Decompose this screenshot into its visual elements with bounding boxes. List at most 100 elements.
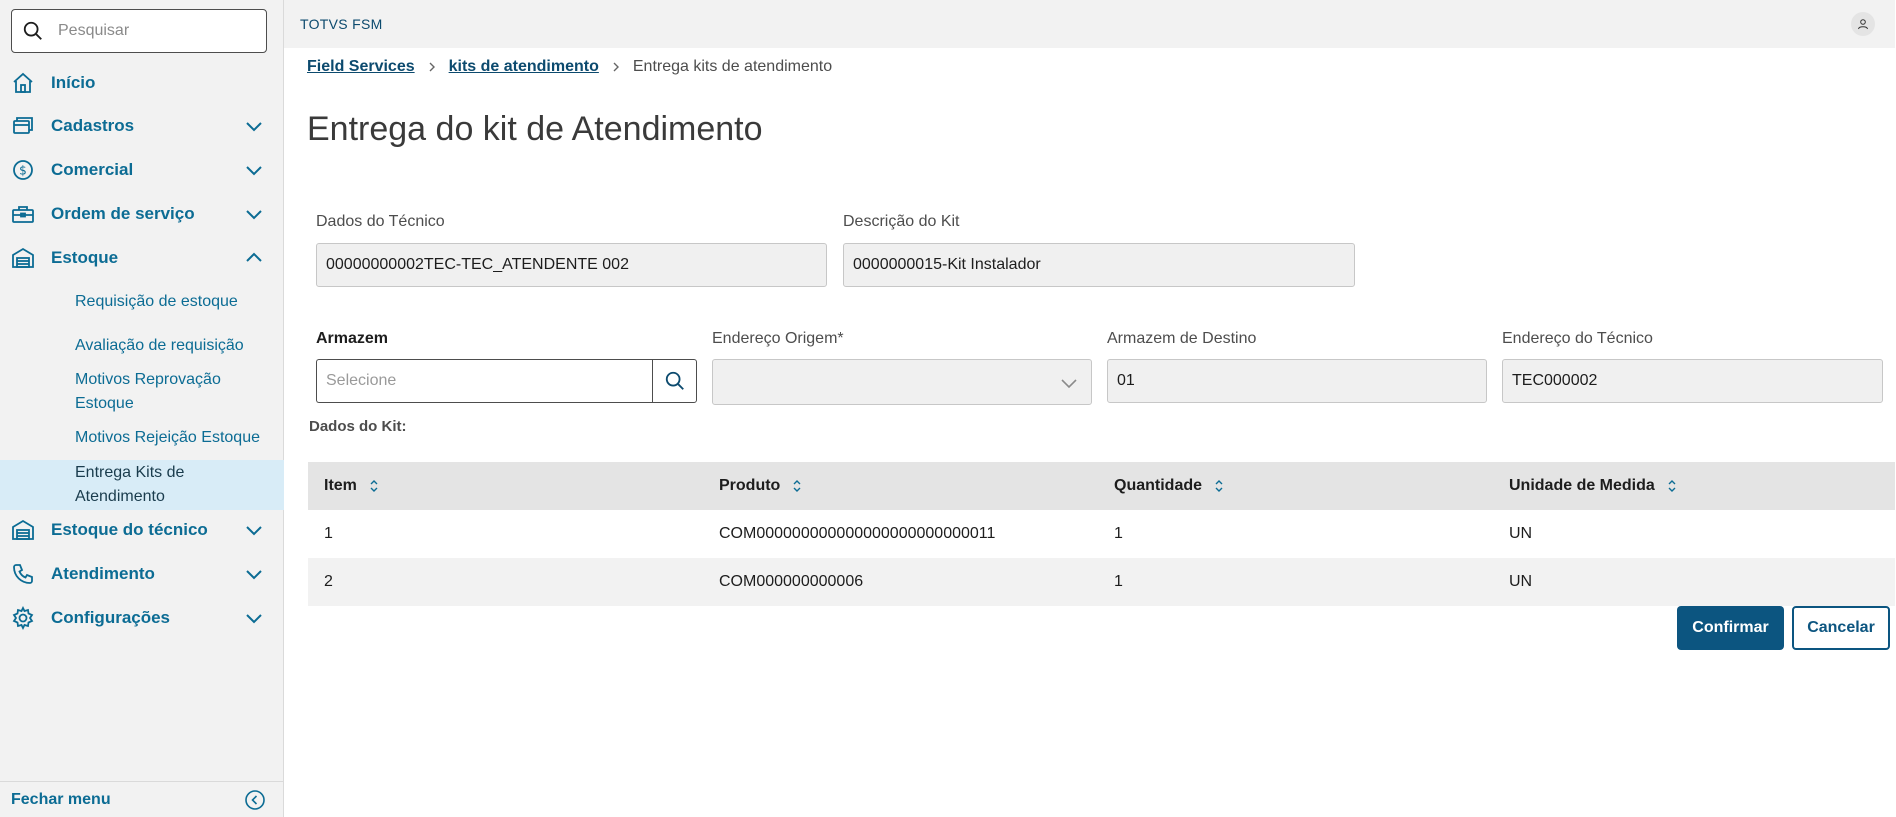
sort-icon: [1215, 480, 1223, 492]
armazem-destino-field: 01: [1107, 359, 1487, 403]
cell-quantidade: 1: [1114, 573, 1123, 590]
endereco-tecnico-label: Endereço do Técnico: [1502, 330, 1653, 347]
breadcrumb: Field Services kits de atendimento Entre…: [307, 58, 832, 76]
sidebar-item-label: Estoque: [51, 248, 119, 267]
column-header-produto[interactable]: Produto: [703, 477, 1098, 495]
topbar: TOTVS FSM: [284, 0, 1895, 48]
cell-item: 2: [324, 573, 333, 590]
breadcrumb-link-kits[interactable]: kits de atendimento: [449, 58, 599, 76]
cell-produto: COM000000000006: [719, 573, 864, 590]
column-header-unidade[interactable]: Unidade de Medida: [1493, 477, 1888, 495]
column-header-label: Quantidade: [1114, 477, 1203, 494]
endereco-origem-select[interactable]: [712, 359, 1092, 405]
main-content: TOTVS FSM Field Services kits de atendim…: [284, 0, 1896, 817]
sidebar-subitem-requisicao[interactable]: Requisição de estoque: [0, 290, 284, 314]
app-title: TOTVS FSM: [300, 16, 383, 32]
cell-item: 1: [324, 525, 333, 542]
chevron-right-icon: [429, 62, 435, 72]
toolbox-icon: [12, 206, 34, 223]
kit-table: Item Produto Quantidade Unidade de Medid…: [308, 462, 1895, 606]
warehouse-icon: [12, 247, 34, 268]
sidebar-item-comercial[interactable]: $ Comercial: [0, 150, 284, 190]
chevron-down-icon: [246, 614, 262, 624]
cell-quantidade: 1: [1114, 525, 1123, 542]
column-header-item[interactable]: Item: [308, 477, 703, 495]
sidebar-subitem-label: Motivos Reprovação Estoque: [75, 371, 221, 412]
sidebar-subitem-entrega-kits[interactable]: Entrega Kits de Atendimento: [0, 460, 284, 510]
column-header-label: Produto: [719, 477, 781, 494]
cell-unidade: UN: [1509, 525, 1533, 542]
cards-icon: [13, 117, 33, 134]
cancel-button[interactable]: Cancelar: [1792, 606, 1890, 650]
chevron-down-icon: [246, 570, 262, 580]
search-icon: [665, 371, 684, 390]
sidebar-subitem-motivos-rejeicao[interactable]: Motivos Rejeição Estoque: [0, 426, 284, 450]
sidebar-item-estoque-tecnico[interactable]: Estoque do técnico: [0, 510, 284, 550]
user-button[interactable]: [1851, 12, 1875, 36]
chevron-down-icon: [1061, 379, 1077, 389]
table-row[interactable]: 2 COM000000000006 1 UN: [308, 558, 1895, 606]
sidebar-item-estoque[interactable]: Estoque: [0, 238, 284, 278]
sidebar-item-inicio[interactable]: Início: [0, 63, 284, 103]
chevron-right-icon: [613, 62, 619, 72]
user-icon: [1858, 19, 1868, 30]
chevron-up-icon: [246, 252, 262, 262]
kit-label: Descrição do Kit: [843, 213, 960, 230]
sidebar-item-ordem-servico[interactable]: Ordem de serviço: [0, 194, 284, 234]
column-header-quantidade[interactable]: Quantidade: [1098, 477, 1493, 495]
sidebar-subitem-label: Avaliação de requisição: [75, 337, 244, 354]
app-root: Início Cadastros $ Comercial Ordem de se…: [0, 0, 1896, 817]
sort-icon: [370, 480, 378, 492]
table-row[interactable]: 1 COM000000000000000000000000011 1 UN: [308, 510, 1895, 558]
breadcrumb-current: Entrega kits de atendimento: [632, 58, 833, 75]
home-icon: [13, 72, 33, 93]
sidebar-item-label: Início: [51, 73, 96, 92]
sidebar-subitem-label: Requisição de estoque: [75, 293, 238, 310]
phone-icon: [13, 564, 33, 584]
sidebar-item-label: Estoque do técnico: [51, 520, 208, 539]
chevron-down-icon: [246, 210, 262, 220]
chevron-left-circle-icon[interactable]: [244, 789, 266, 811]
sidebar-item-configuracoes[interactable]: Configurações: [0, 598, 284, 638]
chevron-down-icon: [246, 166, 262, 176]
column-header-label: Unidade de Medida: [1509, 477, 1655, 494]
sidebar-item-label: Atendimento: [51, 564, 155, 583]
sort-icon: [793, 480, 801, 492]
sidebar-item-cadastros[interactable]: Cadastros: [0, 106, 284, 146]
sidebar: Início Cadastros $ Comercial Ordem de se…: [0, 0, 284, 817]
close-menu-label: Fechar menu: [11, 790, 111, 808]
sidebar-subitem-label: Entrega Kits de Atendimento: [75, 464, 185, 505]
sidebar-item-label: Ordem de serviço: [51, 204, 195, 223]
sort-icon: [1668, 480, 1676, 492]
sidebar-item-atendimento[interactable]: Atendimento: [0, 554, 284, 594]
breadcrumb-link-field-services[interactable]: Field Services: [307, 58, 415, 76]
gear-icon: [12, 606, 34, 630]
dollar-icon: $: [13, 160, 33, 180]
chevron-down-icon: [246, 526, 262, 536]
cell-unidade: UN: [1509, 573, 1533, 590]
svg-text:$: $: [19, 164, 27, 178]
armazem-search-button[interactable]: [652, 359, 697, 403]
armazem-destino-label: Armazem de Destino: [1107, 330, 1257, 347]
search-icon: [23, 21, 42, 40]
armazem-input[interactable]: [316, 359, 652, 403]
close-menu-button[interactable]: Fechar menu: [0, 781, 284, 817]
table-header: Item Produto Quantidade Unidade de Medid…: [308, 462, 1895, 510]
confirm-button[interactable]: Confirmar: [1677, 606, 1784, 650]
tecnico-field: 00000000002TEC-TEC_ATENDENTE 002: [316, 243, 827, 287]
sidebar-subitem-avaliacao[interactable]: Avaliação de requisição: [0, 334, 284, 358]
sidebar-subitem-motivos-reprovacao[interactable]: Motivos Reprovação Estoque: [0, 368, 284, 416]
tecnico-label: Dados do Técnico: [316, 213, 445, 230]
sidebar-item-label: Configurações: [51, 608, 171, 627]
endereco-tecnico-field: TEC000002: [1502, 359, 1883, 403]
kit-section-label: Dados do Kit:: [309, 418, 407, 435]
cell-produto: COM000000000000000000000000011: [719, 525, 996, 542]
armazem-label: Armazem: [316, 330, 389, 347]
search-box[interactable]: [11, 9, 267, 53]
column-header-label: Item: [324, 477, 357, 494]
kit-field: 0000000015-Kit Instalador: [843, 243, 1355, 287]
search-input[interactable]: [58, 22, 248, 40]
endereco-origem-label: Endereço Origem*: [712, 330, 844, 347]
sidebar-item-label: Comercial: [51, 160, 134, 179]
warehouse-icon: [12, 519, 34, 540]
